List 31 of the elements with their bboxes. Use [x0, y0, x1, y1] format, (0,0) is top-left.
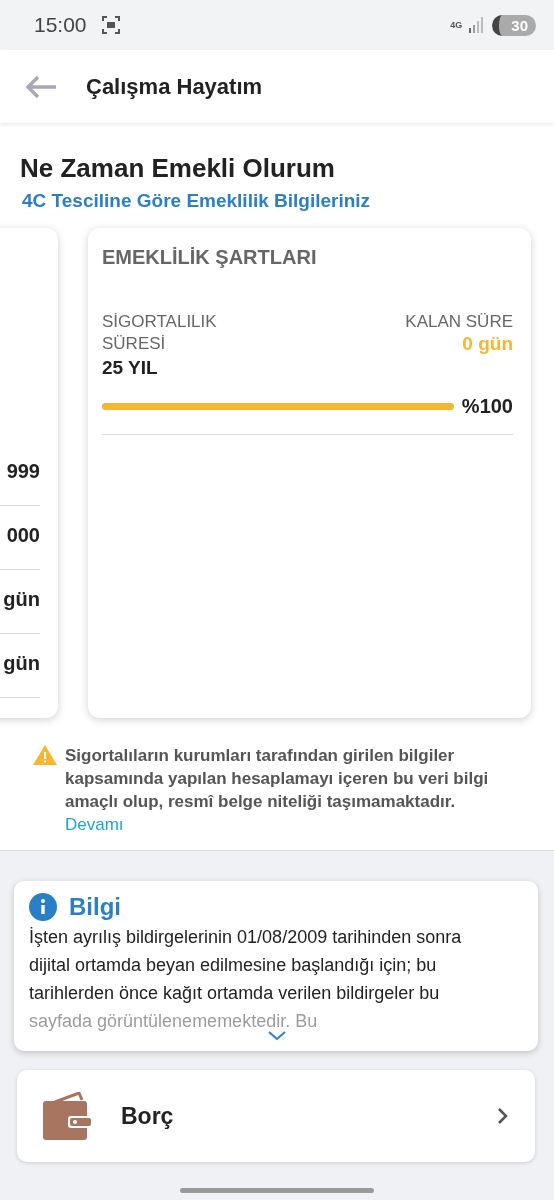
- value-text: gün: [0, 634, 40, 698]
- page-subtitle: 4C Tesciline Göre Emeklilik Bilgileriniz: [22, 190, 372, 212]
- info-title: Bilgi: [69, 893, 121, 921]
- value-text: 000: [0, 506, 40, 570]
- menu-item-label: Borç: [121, 1102, 175, 1130]
- home-indicator[interactable]: [180, 1187, 374, 1193]
- page-title: Ne Zaman Emekli Olurum: [20, 153, 336, 184]
- clock-time: 15:00: [34, 13, 87, 37]
- screenshot-icon: [100, 15, 121, 35]
- duration-value: 25 YIL: [102, 357, 159, 379]
- app-bar-title: Çalışma Hayatım: [86, 73, 263, 100]
- card-title: EMEKLİLİK ŞARTLARI: [102, 246, 318, 269]
- wallet-icon: [43, 1092, 93, 1140]
- back-arrow-icon: [24, 73, 58, 100]
- chevron-right-icon: [497, 1107, 509, 1125]
- value-text: 999: [0, 442, 40, 506]
- remaining-value: 0 gün: [461, 333, 513, 355]
- duration-label: SİGORTALILIK SÜRESİ: [102, 311, 218, 355]
- info-text: İşten ayrılış bildirgelerinin 01/08/2009 tarihinden sonra dijital ortamda beyan edilmesine başlandığı için; bu tarihlerden önce kağıt ortamda verilen bildirgeler bu sayfada görüntülenememektedir. Bu: [29, 926, 463, 1033]
- remaining-label: KALAN SÜRE: [404, 311, 513, 333]
- progress-percent: %100: [461, 395, 513, 418]
- more-link[interactable]: Devamı: [65, 813, 124, 836]
- battery-indicator: 30: [492, 14, 536, 36]
- network-indicator: 4G: [450, 20, 463, 30]
- warning-icon: [33, 745, 57, 765]
- chevron-down-icon[interactable]: [268, 1031, 286, 1041]
- value-text: gün: [0, 570, 40, 634]
- signal-icon: [468, 17, 485, 33]
- back-button[interactable]: [24, 73, 58, 100]
- disclaimer-text: Sigortalıların kurumları tarafından girilen bilgiler kapsamında yapılan hesaplamayı içeren bu veri bilgi amaçlı olup, resmî belge niteliği taşımamaktadır.: [65, 746, 489, 811]
- info-icon: [29, 893, 57, 921]
